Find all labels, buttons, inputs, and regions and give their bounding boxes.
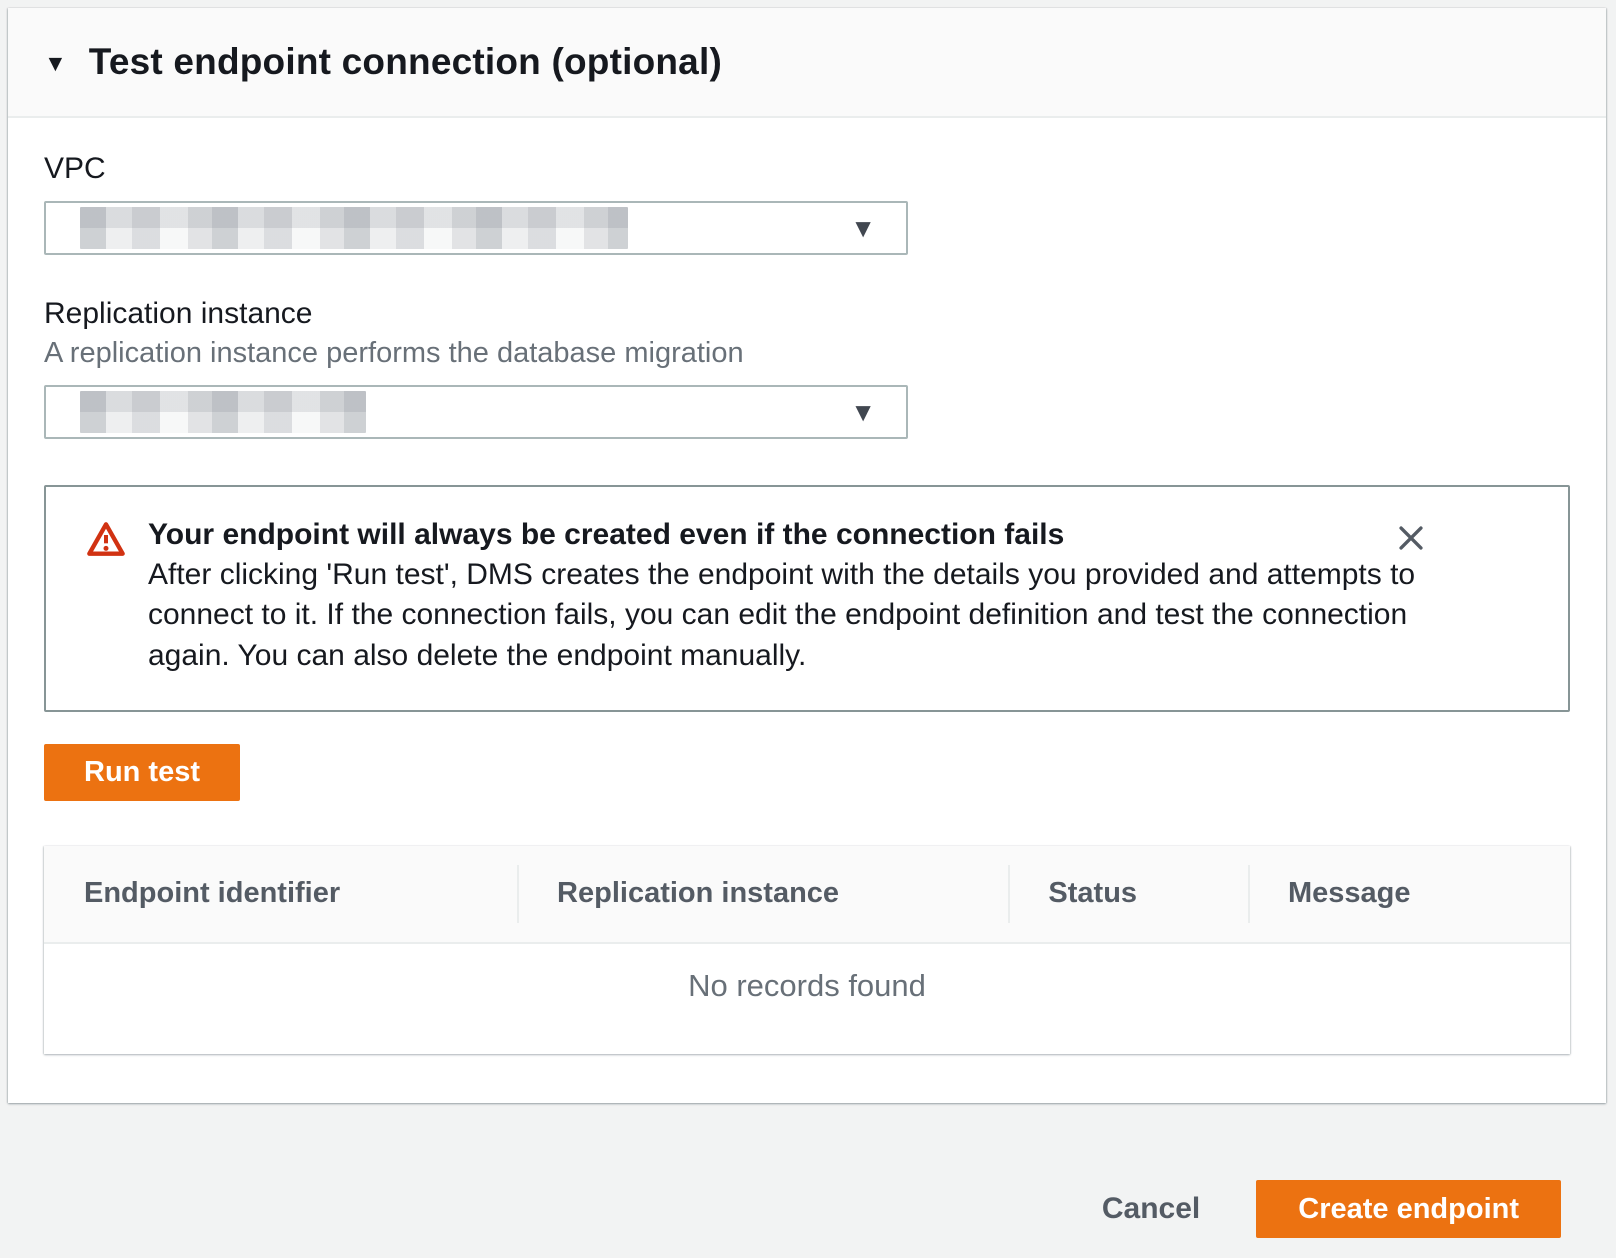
warning-body: After clicking 'Run test', DMS creates t… bbox=[148, 555, 1418, 676]
column-header-status: Status bbox=[1008, 877, 1248, 910]
warning-alert: Your endpoint will always be created eve… bbox=[44, 485, 1570, 712]
cancel-button[interactable]: Cancel bbox=[1102, 1192, 1200, 1226]
vpc-selected-value-redacted bbox=[80, 207, 628, 249]
triangle-down-icon: ▼ bbox=[44, 52, 67, 75]
test-endpoint-panel: ▼ Test endpoint connection (optional) VP… bbox=[8, 8, 1606, 1103]
warning-title: Your endpoint will always be created eve… bbox=[148, 515, 1418, 555]
panel-title: Test endpoint connection (optional) bbox=[89, 41, 722, 83]
replication-instance-select[interactable]: ▼ bbox=[44, 385, 908, 439]
table-empty-state: No records found bbox=[44, 944, 1570, 1054]
chevron-down-icon: ▼ bbox=[850, 215, 876, 241]
warning-text: Your endpoint will always be created eve… bbox=[148, 515, 1418, 676]
panel-header-expander[interactable]: ▼ Test endpoint connection (optional) bbox=[8, 8, 1606, 118]
footer-actions: Cancel Create endpoint bbox=[0, 1180, 1616, 1238]
connection-results-table: Endpoint identifier Replication instance… bbox=[44, 846, 1570, 1054]
column-header-replication-instance: Replication instance bbox=[517, 877, 1008, 910]
chevron-down-icon: ▼ bbox=[850, 399, 876, 425]
close-icon[interactable] bbox=[1394, 521, 1428, 555]
run-test-button[interactable]: Run test bbox=[44, 744, 240, 801]
vpc-field: VPC ▼ bbox=[44, 152, 1570, 255]
no-records-text: No records found bbox=[688, 968, 926, 1004]
replication-instance-description: A replication instance performs the data… bbox=[44, 337, 1570, 370]
warning-triangle-icon bbox=[86, 517, 126, 561]
column-header-message: Message bbox=[1248, 877, 1570, 910]
table-header-row: Endpoint identifier Replication instance… bbox=[44, 846, 1570, 944]
replication-instance-label: Replication instance bbox=[44, 297, 1570, 331]
vpc-label: VPC bbox=[44, 152, 1570, 186]
replication-instance-selected-value-redacted bbox=[80, 391, 366, 433]
create-endpoint-button[interactable]: Create endpoint bbox=[1256, 1180, 1561, 1238]
column-header-endpoint-identifier: Endpoint identifier bbox=[44, 877, 517, 910]
replication-instance-field: Replication instance A replication insta… bbox=[44, 297, 1570, 439]
vpc-select[interactable]: ▼ bbox=[44, 201, 908, 255]
panel-body: VPC ▼ Replication instance A replication… bbox=[8, 118, 1606, 1054]
page: ▼ Test endpoint connection (optional) VP… bbox=[0, 0, 1616, 1258]
